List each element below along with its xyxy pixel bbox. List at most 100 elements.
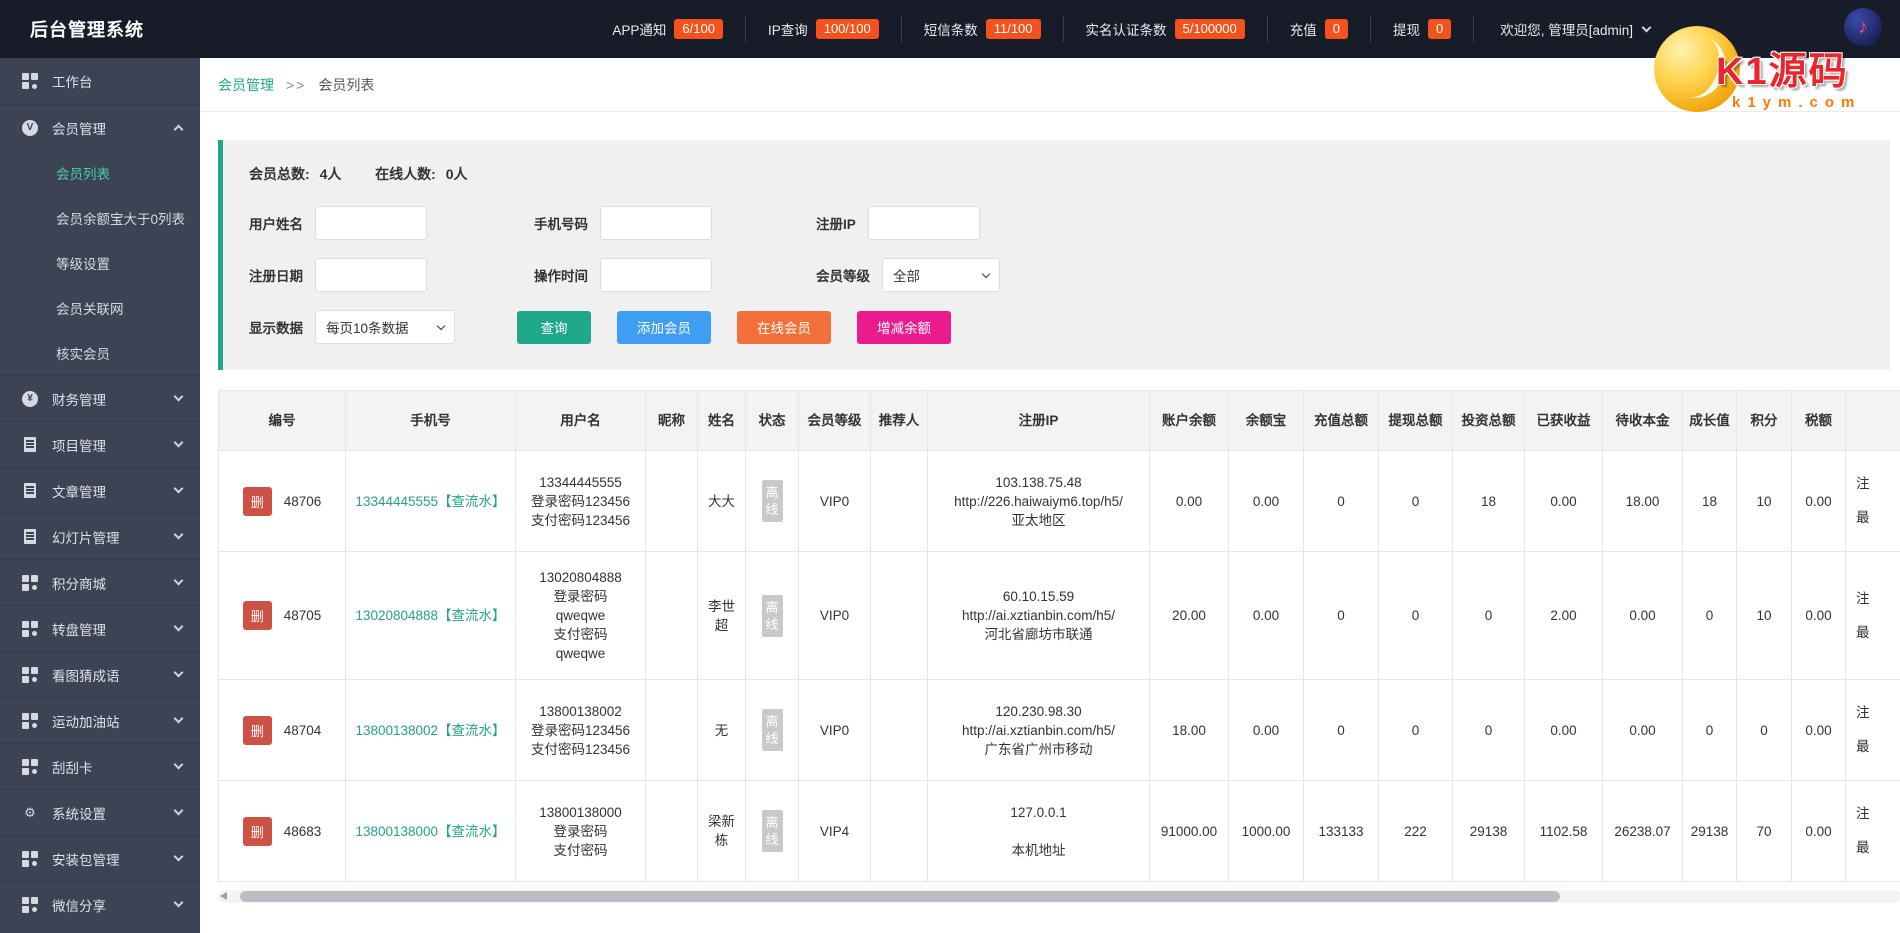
sidebar-item-label: 会员管理 [52,121,106,137]
stat-label: IP查询 [767,23,808,38]
online-members-button[interactable]: 在线会员 [737,310,831,344]
phone-flow-link[interactable]: 13020804888【查流水】 [355,606,505,625]
sidebar-item-points-mall[interactable]: 积分商城 [0,559,200,605]
delete-button[interactable]: 删 [242,486,272,516]
sidebar-item-wechat-share[interactable]: 微信分享 [0,881,200,927]
chevron-down-icon [173,621,184,632]
col-recharge-total: 充值总额 [1303,390,1379,451]
member-level-value: 全部 [893,269,920,284]
reg-date-input[interactable] [315,258,427,292]
scrollbar-thumb[interactable] [240,891,1560,902]
delete-button[interactable]: 删 [242,715,272,745]
sidebar-item-package[interactable]: 安装包管理 [0,835,200,881]
reg-ip-input[interactable] [867,206,980,240]
cell-growth: 29138 [1682,780,1737,882]
table-header-row: 编号 手机号 用户名 昵称 姓名 状态 会员等级 推荐人 注册IP 账户余额 余… [218,390,1900,451]
delete-button[interactable]: 删 [242,601,272,630]
sidebar-item-finance[interactable]: ¥ 财务管理 [0,375,200,421]
status-badge: 离线 [761,594,783,637]
cell-invest: 18 [1452,450,1525,552]
cell-status: 离线 [745,679,799,781]
sidebar-item-label: 工作台 [52,75,93,90]
cell-username: 13020804888 登录密码 qweqwe 支付密码 qweqwe [515,551,646,680]
sidebar-item-wheel[interactable]: 转盘管理 [0,605,200,651]
search-button[interactable]: 查询 [517,310,591,344]
member-id: 48683 [283,823,322,839]
page-size-select[interactable]: 每页10条数据 [315,310,455,344]
admin-menu[interactable]: 欢迎您, 管理员[admin] [1473,16,1652,42]
username-input[interactable] [315,206,427,240]
stat-ip-query: IP查询 100/100 [744,16,901,42]
cell-pending: 0.00 [1602,551,1683,680]
sidebar-item-level-settings[interactable]: 等级设置 [0,240,200,285]
sidebar-item-idiom-guess[interactable]: 看图猜成语 [0,651,200,697]
cell-balance: 18.00 [1149,679,1229,781]
stat-label: 提现 [1392,23,1420,38]
cell-name: 大大 [697,450,746,552]
sidebar-item-article[interactable]: 文章管理 [0,467,200,513]
member-table: 编号 手机号 用户名 昵称 姓名 状态 会员等级 推荐人 注册IP 账户余额 余… [218,390,1900,882]
adjust-balance-button[interactable]: 增减余额 [857,310,951,344]
cell-pending: 0.00 [1602,679,1683,781]
cell-nickname [645,780,698,882]
sidebar-item-label: 文章管理 [52,484,106,500]
sidebar-item-scratch-card[interactable]: 刮刮卡 [0,743,200,789]
col-status: 状态 [745,390,799,451]
horizontal-scrollbar[interactable] [218,890,1900,903]
cell-name: 无 [697,679,746,781]
cell-clipped: 注 最 [1845,551,1900,680]
grid-icon [22,712,38,729]
status-badge: 离线 [761,709,783,751]
page-size-label: 显示数据 [249,321,303,336]
col-phone: 手机号 [345,390,516,451]
phone-flow-link[interactable]: 13344445555【查流水】 [355,492,505,511]
cell-reg-ip: 60.10.15.59 http://ai.xztianbin.com/h5/ … [927,551,1150,680]
scroll-left-arrow-icon[interactable] [220,892,227,900]
filter-panel: 会员总数: 4人 在线人数: 0人 用户姓名 手机号码 注册IP 注册日期 操作… [218,140,1890,370]
sidebar-item-member-list[interactable]: 会员列表 [0,150,200,195]
table-row: 删 48683 13800138000【查流水】 13800138000 登录密… [218,780,1900,882]
sidebar-item-project[interactable]: 项目管理 [0,421,200,467]
cell-yuebao: 0.00 [1228,551,1304,680]
sidebar-item-workbench[interactable]: 工作台 [0,58,200,104]
breadcrumb-parent-link[interactable]: 会员管理 [218,75,274,95]
sidebar-item-system-settings[interactable]: ⚙ 系统设置 [0,789,200,835]
sidebar-item-member-network[interactable]: 会员关联网 [0,285,200,330]
chevron-down-icon [173,529,184,540]
member-level-label: 会员等级 [816,269,870,284]
cell-balance: 91000.00 [1149,780,1229,882]
sidebar-item-member-yuebao-list[interactable]: 会员余额宝大于0列表 [0,195,200,240]
sidebar-item-label: 核实会员 [56,346,110,362]
op-time-input[interactable] [600,258,712,292]
stat-badge: 0 [1427,19,1452,39]
phone-flow-link[interactable]: 13800138000【查流水】 [355,822,505,841]
chevron-down-icon [173,851,184,862]
member-id: 48705 [283,608,322,623]
grid-icon [22,620,38,637]
cell-referrer [870,450,928,552]
cell-status: 离线 [745,450,799,552]
chevron-down-icon [173,667,184,678]
delete-button[interactable]: 删 [242,816,272,846]
cell-status: 离线 [745,551,799,680]
document-icon [22,529,38,545]
sidebar-item-slideshow[interactable]: 幻灯片管理 [0,513,200,559]
member-level-select[interactable]: 全部 [882,258,1000,292]
sidebar-item-label: 系统设置 [52,806,106,822]
reg-ip-label: 注册IP [816,217,856,232]
topbar-stats: APP通知 6/100 IP查询 100/100 短信条数 11/100 实名认… [590,0,1652,58]
sidebar-item-sport-station[interactable]: 运动加油站 [0,697,200,743]
cell-growth: 0 [1682,551,1737,680]
grid-icon [22,758,38,775]
sidebar-item-member-management[interactable]: V 会员管理 [0,104,200,150]
main-area: 会员管理 >> 会员列表 会员总数: 4人 在线人数: 0人 用户姓名 手机号码 [200,0,1900,903]
add-member-button[interactable]: 添加会员 [617,310,711,344]
phone-flow-link[interactable]: 13800138002【查流水】 [355,721,505,740]
phone-input[interactable] [600,206,712,240]
sidebar-item-verify-member[interactable]: 核实会员 [0,330,200,375]
cell-nickname [645,551,698,680]
phone-group: 手机号码 [534,206,816,240]
cell-tax: 0.00 [1791,679,1846,781]
chevron-down-icon [981,269,991,278]
document-icon [22,483,38,499]
